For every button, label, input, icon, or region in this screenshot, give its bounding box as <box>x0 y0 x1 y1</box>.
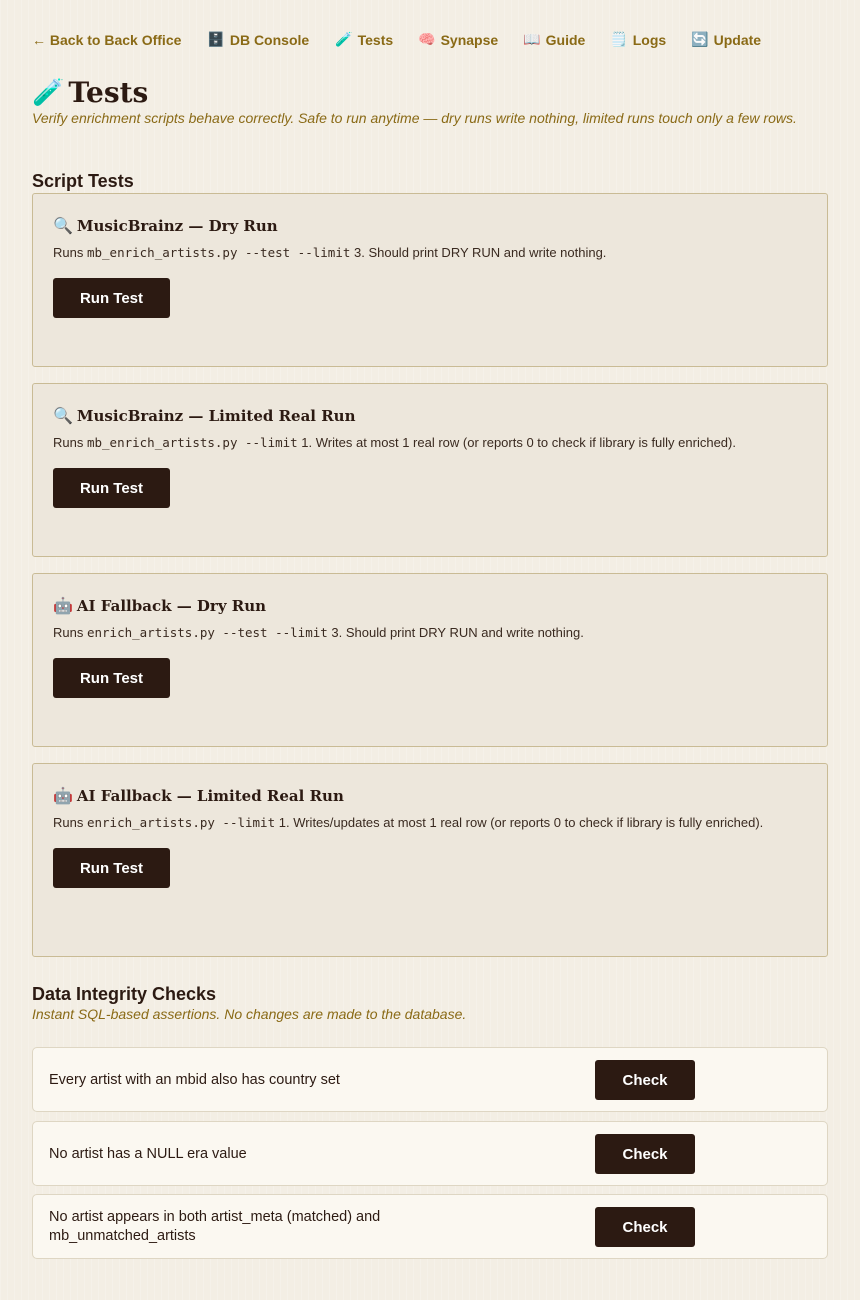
integrity-check-row: No artist appears in both artist_meta (m… <box>32 1194 828 1259</box>
integrity-heading: Data Integrity Checks <box>32 984 217 1004</box>
desc-suffix: 3. Should print DRY RUN and write nothin… <box>327 625 584 640</box>
test-card-ai-limited-run: 🤖 AI Fallback — Limited Real Run Runs en… <box>32 763 828 957</box>
integrity-check-row: Every artist with an mbid also has count… <box>32 1047 828 1112</box>
test-card-title: 🤖 AI Fallback — Dry Run <box>53 596 807 615</box>
check-button[interactable]: Check <box>595 1134 695 1174</box>
desc-suffix: 3. Should print DRY RUN and write nothin… <box>350 245 607 260</box>
script-tests-heading: Script Tests <box>32 171 134 191</box>
command-code: mb_enrich_artists.py --limit <box>86 435 298 450</box>
desc-suffix: 1. Writes at most 1 real row (or reports… <box>297 435 736 450</box>
logs-label: Logs <box>632 31 667 48</box>
run-test-button[interactable]: Run Test <box>53 278 170 318</box>
check-button[interactable]: Check <box>595 1207 695 1247</box>
magnifier-icon: 🔍 <box>53 216 73 235</box>
desc-prefix: Runs <box>53 625 87 640</box>
test-card-title-text: AI Fallback — Limited Real Run <box>76 786 344 805</box>
update-label: Update <box>713 31 762 48</box>
check-description: No artist has a NULL era value <box>49 1146 247 1162</box>
test-card-description: Runs mb_enrich_artists.py --limit 1. Wri… <box>53 434 807 452</box>
synapse-link[interactable]: 🧠 Synapse <box>418 31 498 48</box>
test-card-title-text: MusicBrainz — Dry Run <box>76 216 278 235</box>
desc-prefix: Runs <box>53 815 87 830</box>
tests-link[interactable]: 🧪 Tests <box>335 31 393 48</box>
test-tube-icon: 🧪 <box>335 31 353 47</box>
guide-label: Guide <box>545 31 586 48</box>
run-test-button[interactable]: Run Test <box>53 658 170 698</box>
test-card-description: Runs mb_enrich_artists.py --test --limit… <box>53 244 807 262</box>
test-card-description: Runs enrich_artists.py --limit 1. Writes… <box>53 814 807 832</box>
logs-link[interactable]: 🗒️ Logs <box>610 31 666 48</box>
page-subtitle: Verify enrichment scripts behave correct… <box>32 110 797 126</box>
command-code: enrich_artists.py --limit <box>86 815 276 830</box>
test-card-title: 🔍 MusicBrainz — Limited Real Run <box>53 406 807 425</box>
db-console-link[interactable]: 🗄️ DB Console <box>207 31 309 48</box>
test-card-description: Runs enrich_artists.py --test --limit 3.… <box>53 624 807 642</box>
command-code: enrich_artists.py --test --limit <box>86 625 328 640</box>
back-to-back-office-link[interactable]: ← Back to Back Office <box>32 32 181 48</box>
magnifier-icon: 🔍 <box>53 406 73 425</box>
book-icon: 📖 <box>523 31 541 47</box>
desc-prefix: Runs <box>53 435 87 450</box>
update-link[interactable]: 🔄 Update <box>691 31 761 48</box>
test-card-mb-limited-run: 🔍 MusicBrainz — Limited Real Run Runs mb… <box>32 383 828 557</box>
check-button[interactable]: Check <box>595 1060 695 1100</box>
robot-icon: 🤖 <box>53 786 73 805</box>
desc-prefix: Runs <box>53 245 87 260</box>
test-card-title-text: AI Fallback — Dry Run <box>76 596 267 615</box>
db-console-label: DB Console <box>229 31 310 48</box>
refresh-icon: 🔄 <box>691 31 709 47</box>
top-nav: ← Back to Back Office 🗄️ DB Console 🧪 Test… <box>32 31 761 48</box>
test-card-mb-dry-run: 🔍 MusicBrainz — Dry Run Runs mb_enrich_a… <box>32 193 828 367</box>
run-test-button[interactable]: Run Test <box>53 468 170 508</box>
synapse-label: Synapse <box>440 31 499 48</box>
robot-icon: 🤖 <box>53 596 73 615</box>
desc-suffix: 1. Writes/updates at most 1 real row (or… <box>275 815 764 830</box>
integrity-subtitle: Instant SQL-based assertions. No changes… <box>32 1006 467 1022</box>
page-title-text: Tests <box>68 76 149 109</box>
check-description: Every artist with an mbid also has count… <box>49 1072 340 1088</box>
integrity-check-row: No artist has a NULL era value Check <box>32 1121 828 1186</box>
guide-link[interactable]: 📖 Guide <box>523 31 585 48</box>
brain-icon: 🧠 <box>418 31 436 47</box>
back-link-label: ← Back to Back Office <box>32 31 182 48</box>
page-title: 🧪 Tests <box>32 76 148 109</box>
test-tube-icon: 🧪 <box>32 77 65 108</box>
test-card-title: 🤖 AI Fallback — Limited Real Run <box>53 786 807 805</box>
notepad-icon: 🗒️ <box>610 31 628 47</box>
tests-label: Tests <box>357 31 394 48</box>
test-card-title: 🔍 MusicBrainz — Dry Run <box>53 216 807 235</box>
test-card-ai-dry-run: 🤖 AI Fallback — Dry Run Runs enrich_arti… <box>32 573 828 747</box>
database-icon: 🗄️ <box>207 31 225 47</box>
run-test-button[interactable]: Run Test <box>53 848 170 888</box>
check-description: No artist appears in both artist_meta (m… <box>49 1209 381 1244</box>
command-code: mb_enrich_artists.py --test --limit <box>86 245 351 260</box>
test-card-title-text: MusicBrainz — Limited Real Run <box>76 406 356 425</box>
